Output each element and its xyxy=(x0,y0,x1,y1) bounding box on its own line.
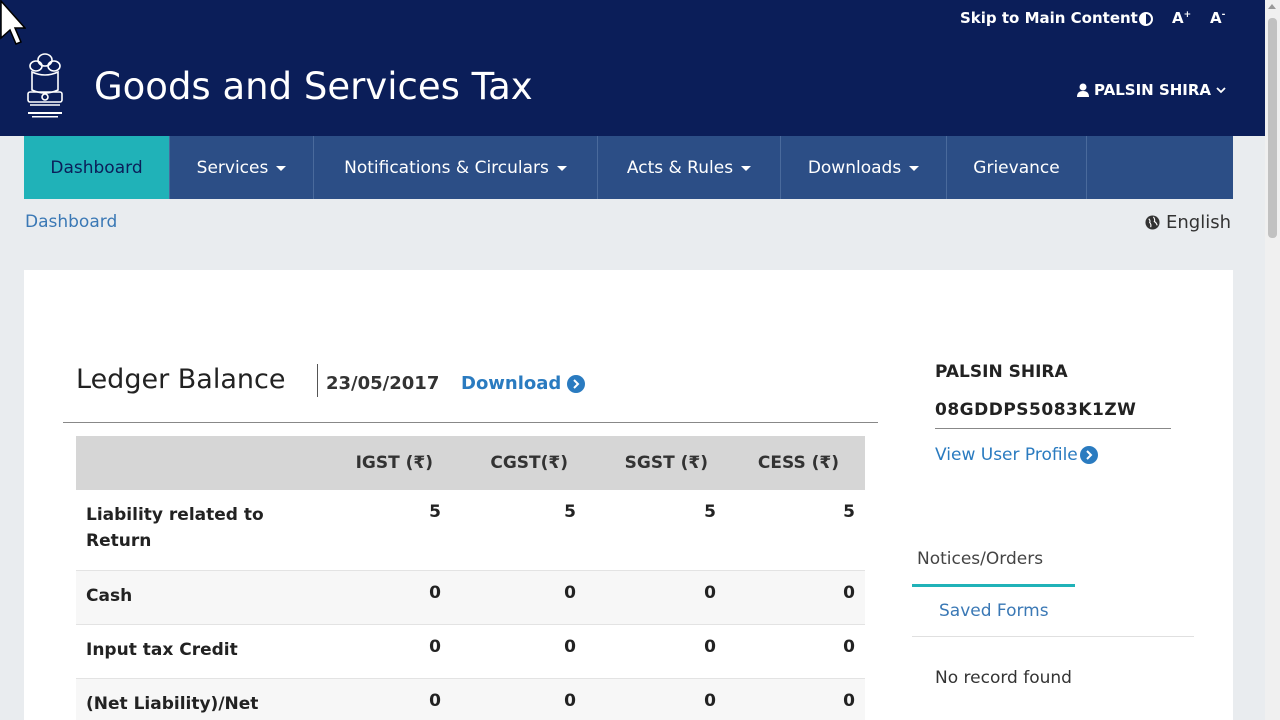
ledger-date: 23/05/2017 xyxy=(326,373,440,394)
chevron-right-circle-icon xyxy=(567,374,586,393)
tabs-divider xyxy=(912,636,1194,637)
view-profile-label: View User Profile xyxy=(935,445,1078,465)
nav-label: Grievance xyxy=(973,157,1060,178)
user-name: PALSIN SHIRA xyxy=(1094,81,1212,99)
national-emblem-icon[interactable] xyxy=(22,50,68,122)
empty-state-message: No record found xyxy=(935,668,1072,688)
cell-cess: 0 xyxy=(726,624,865,679)
column-header-cgst: CGST(₹) xyxy=(451,436,586,490)
nav-item-grievance[interactable]: Grievance xyxy=(947,136,1087,199)
table-row: Cash 0 0 0 0 xyxy=(76,570,865,625)
nav-label: Services xyxy=(196,157,269,178)
nav-label: Acts & Rules xyxy=(626,157,734,178)
column-header-cess: CESS (₹) xyxy=(726,436,865,490)
cell-cess: 0 xyxy=(726,678,865,720)
active-tab-indicator xyxy=(912,584,1075,587)
cell-igst: 0 xyxy=(306,624,451,679)
ledger-divider xyxy=(63,422,878,423)
profile-divider xyxy=(935,428,1171,429)
profile-name: PALSIN SHIRA xyxy=(935,362,1068,382)
cell-sgst: 0 xyxy=(586,570,726,625)
table-row: (Net Liability)/Net 0 0 0 0 xyxy=(76,678,865,720)
cell-igst: 5 xyxy=(306,490,451,571)
cell-cess: 5 xyxy=(726,490,865,571)
contrast-toggle-icon[interactable] xyxy=(1139,12,1153,26)
cell-cgst: 0 xyxy=(451,570,586,625)
cell-igst: 0 xyxy=(306,678,451,720)
scroll-up-arrow-icon[interactable] xyxy=(1268,4,1276,9)
mouse-pointer-icon xyxy=(0,0,26,45)
cell-sgst: 0 xyxy=(586,624,726,679)
caret-down-icon xyxy=(556,166,567,171)
skip-to-main-content-link[interactable]: Skip to Main Content xyxy=(960,9,1138,27)
nav-label: Dashboard xyxy=(50,157,143,178)
scrollbar-thumb[interactable] xyxy=(1268,18,1277,238)
language-label: English xyxy=(1166,212,1231,233)
profile-gstin: 08GDDPS5083K1ZW xyxy=(935,400,1137,420)
top-utility-bar: Skip to Main Content A+ A- xyxy=(0,0,1265,38)
language-selector[interactable]: English xyxy=(1145,212,1231,233)
font-increase-button[interactable]: A+ xyxy=(1172,9,1191,27)
breadcrumb[interactable]: Dashboard xyxy=(25,212,117,232)
chevron-right-circle-icon xyxy=(1079,446,1098,464)
table-row: Input tax Credit 0 0 0 0 xyxy=(76,624,865,679)
view-user-profile-link[interactable]: View User Profile xyxy=(935,445,1098,465)
table-header-row: IGST (₹) CGST(₹) SGST (₹) CESS (₹) xyxy=(76,436,865,490)
download-link[interactable]: Download xyxy=(461,373,586,394)
user-icon xyxy=(1077,83,1089,97)
row-label: (Net Liability)/Net xyxy=(76,678,306,720)
row-label: Liability related to Return xyxy=(76,490,306,571)
nav-item-notifications-circulars[interactable]: Notifications & Circulars xyxy=(314,136,598,199)
column-header-sgst: SGST (₹) xyxy=(586,436,726,490)
cell-igst: 0 xyxy=(306,570,451,625)
nav-item-acts-rules[interactable]: Acts & Rules xyxy=(598,136,781,199)
main-navigation: Dashboard Services Notifications & Circu… xyxy=(0,136,1265,199)
site-header: Goods and Services Tax PALSIN SHIRA xyxy=(0,38,1265,136)
chevron-down-icon xyxy=(1216,87,1226,94)
row-label: Input tax Credit xyxy=(76,624,306,679)
ledger-balance-table: IGST (₹) CGST(₹) SGST (₹) CESS (₹) Liabi… xyxy=(76,436,865,720)
nav-item-downloads[interactable]: Downloads xyxy=(781,136,947,199)
site-title: Goods and Services Tax xyxy=(94,65,533,108)
font-decrease-button[interactable]: A- xyxy=(1210,9,1225,27)
caret-down-icon xyxy=(909,166,920,171)
user-menu-dropdown[interactable]: PALSIN SHIRA xyxy=(1077,81,1226,99)
cell-cgst: 5 xyxy=(451,490,586,571)
tab-saved-forms[interactable]: Saved Forms xyxy=(939,601,1049,621)
download-label: Download xyxy=(461,373,562,394)
row-label: Cash xyxy=(76,570,306,625)
column-header-igst: IGST (₹) xyxy=(306,436,451,490)
nav-label: Notifications & Circulars xyxy=(344,157,549,178)
cell-cess: 0 xyxy=(726,570,865,625)
globe-icon xyxy=(1145,215,1160,230)
cell-cgst: 0 xyxy=(451,624,586,679)
caret-down-icon xyxy=(276,166,287,171)
nav-item-services[interactable]: Services xyxy=(170,136,314,199)
nav-item-dashboard[interactable]: Dashboard xyxy=(24,136,170,199)
nav-label: Downloads xyxy=(807,157,902,178)
vertical-scrollbar[interactable] xyxy=(1265,0,1280,720)
ledger-balance-title: Ledger Balance xyxy=(76,364,286,395)
title-divider xyxy=(317,364,318,397)
column-header xyxy=(76,436,306,490)
cell-sgst: 5 xyxy=(586,490,726,571)
cell-cgst: 0 xyxy=(451,678,586,720)
tab-notices-orders[interactable]: Notices/Orders xyxy=(917,549,1043,569)
table-row: Liability related to Return 5 5 5 5 xyxy=(76,490,865,571)
cell-sgst: 0 xyxy=(586,678,726,720)
caret-down-icon xyxy=(741,166,752,171)
